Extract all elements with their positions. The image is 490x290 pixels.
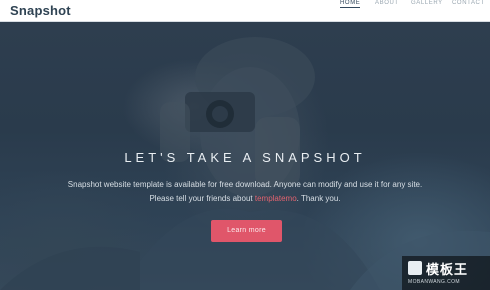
nav-gallery[interactable]: GALLERY (411, 0, 443, 6)
nav-contact[interactable]: CONTACT (452, 0, 485, 6)
nav-about[interactable]: ABOUT (375, 0, 399, 6)
site-logo[interactable]: Snapshot (10, 3, 71, 18)
nav-home[interactable]: HOME (340, 0, 361, 8)
hero-section: LET'S TAKE A SNAPSHOT Snapshot website t… (0, 22, 490, 290)
hero-description: Snapshot website template is available f… (0, 178, 490, 206)
watermark-badge: 模板王 MOBANWANG.COM (402, 256, 490, 290)
hero-text-before-link: Please tell your friends about (149, 194, 255, 203)
hero-title: LET'S TAKE A SNAPSHOT (124, 150, 366, 165)
hero-text-after-link: . Thank you. (296, 194, 341, 203)
templatemo-link[interactable]: templatemo (255, 194, 297, 203)
learn-more-button[interactable]: Learn more (211, 220, 282, 242)
watermark-subtitle: MOBANWANG.COM (408, 279, 460, 285)
watermark-title: 模板王 (426, 262, 469, 277)
hero-text-line-1: Snapshot website template is available f… (67, 180, 423, 189)
hero-text-line-2: Please tell your friends about templatem… (0, 192, 490, 206)
watermark-logo-icon (408, 261, 422, 275)
site-header: Snapshot HOME ABOUT GALLERY CONTACT (0, 0, 490, 22)
